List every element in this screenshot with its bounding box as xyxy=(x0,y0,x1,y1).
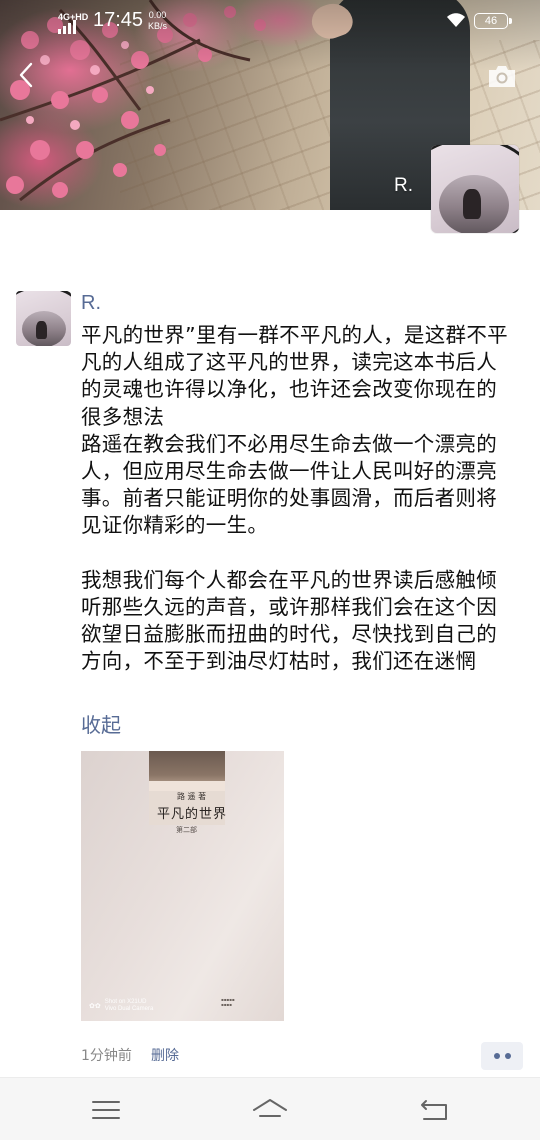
post-author[interactable]: R. xyxy=(81,292,101,315)
wifi-icon xyxy=(447,13,465,27)
profile-avatar[interactable] xyxy=(431,145,519,233)
post-paragraph-3: 我想我们每个人都会在平凡的世界读后感触倾听那些久远的声音，或许那样我们会在这个因… xyxy=(81,567,497,674)
avatar-image xyxy=(431,145,519,233)
book-cover-illustration xyxy=(149,751,225,791)
system-nav-bar xyxy=(0,1077,540,1140)
camera-watermark: ✿✿ Shot on X21UD Vivo Dual Camera xyxy=(89,999,153,1013)
status-bar: 4G+HD 17:45 0.00 KB/s 46 xyxy=(0,0,540,44)
post-paragraph-1: 平凡的世界”里有一群不平凡的人，是这群不平凡的人组成了这平凡的世界，读完这本书后… xyxy=(81,323,508,429)
menu-icon xyxy=(92,1101,120,1119)
post-content: 平凡的世界”里有一群不平凡的人，是这群不平凡的人组成了这平凡的世界，读完这本书后… xyxy=(81,322,511,676)
back-arrow-icon xyxy=(421,1100,447,1120)
collapse-link[interactable]: 收起 xyxy=(81,709,121,738)
clock: 17:45 xyxy=(93,9,144,31)
signal-icon xyxy=(58,20,76,34)
watermark-logo-icon: ✿✿ xyxy=(89,1002,101,1010)
post-avatar-image xyxy=(16,291,71,346)
post-photo[interactable]: 路 遥 著 平凡的世界 第二部 ▪▪▪▪▪ ▪▪▪▪ ✿✿ Shot on X21… xyxy=(81,751,284,1021)
post-paragraph-2: 路遥在教会我们不必用尽生命去做一个漂亮的人，但应用尽生命去做一件让人民叫好的漂亮… xyxy=(81,431,497,538)
home-icon xyxy=(253,1099,287,1117)
post-avatar[interactable] xyxy=(16,291,71,346)
delete-link[interactable]: 删除 xyxy=(151,1045,179,1065)
book-publisher-mark: ▪▪▪▪▪ ▪▪▪▪ xyxy=(221,997,235,1007)
cover-username[interactable]: R. xyxy=(394,175,413,197)
back-button[interactable] xyxy=(12,58,42,94)
book-title: 平凡的世界 xyxy=(157,807,228,822)
battery-level: 46 xyxy=(484,15,498,27)
post-timestamp: 1分钟前 xyxy=(81,1048,132,1064)
menu-button[interactable] xyxy=(86,1094,126,1126)
chevron-left-icon xyxy=(19,62,33,88)
back-nav-button[interactable] xyxy=(414,1094,454,1126)
home-button[interactable] xyxy=(250,1094,290,1126)
net-speed-unit: KB/s xyxy=(148,21,168,31)
camera-icon xyxy=(489,66,515,87)
watermark-line-1: Shot on X21UD xyxy=(104,999,147,1005)
battery-icon: 46 xyxy=(474,13,512,29)
dot-icon xyxy=(504,1053,511,1059)
dot-icon xyxy=(493,1053,500,1059)
net-speed: 0.00 KB/s xyxy=(148,10,167,32)
net-speed-value: 0.00 xyxy=(148,10,167,20)
camera-button[interactable] xyxy=(486,62,518,90)
book-author: 路 遥 著 xyxy=(177,792,207,801)
more-options-button[interactable] xyxy=(481,1042,523,1070)
book-volume: 第二部 xyxy=(176,826,197,834)
watermark-line-2: Vivo Dual Camera xyxy=(104,1006,154,1012)
